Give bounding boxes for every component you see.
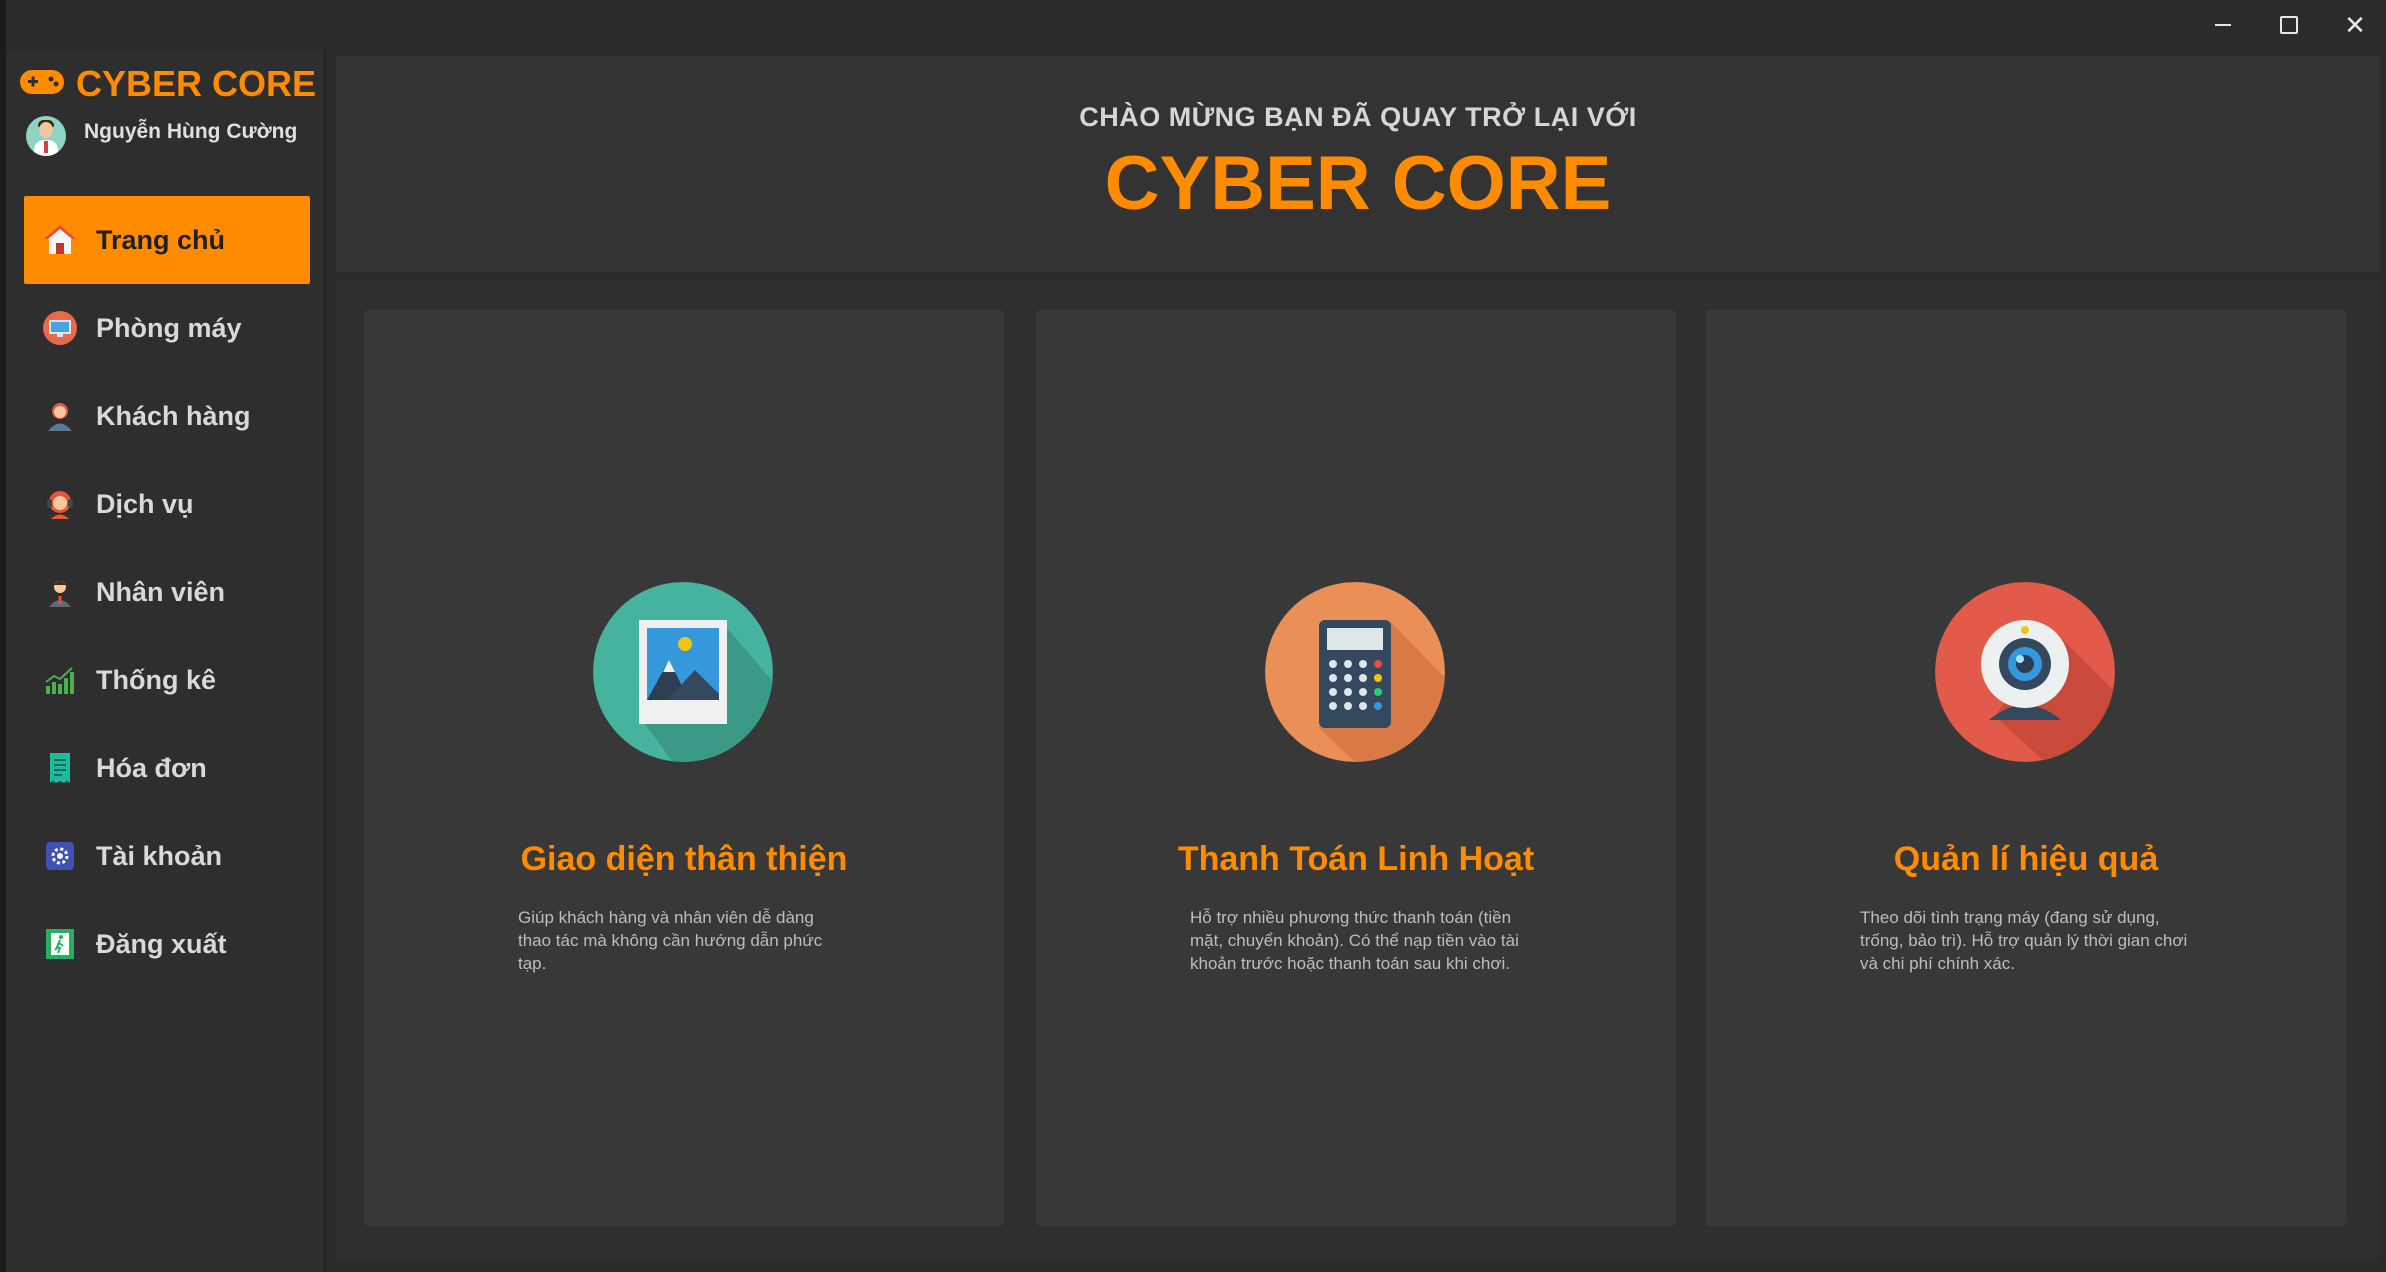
user-profile[interactable]: Nguyễn Hùng Cường — [26, 116, 297, 156]
sidebar-item-hoa-don[interactable]: Hóa đơn — [24, 724, 310, 812]
sidebar-item-label: Phòng máy — [96, 312, 242, 343]
logout-icon — [38, 922, 82, 966]
sidebar-item-nhan-vien[interactable]: Nhân viên — [24, 548, 310, 636]
feature-panel: Giao diện thân thiện Giúp khách hàng và … — [336, 280, 2380, 1260]
picture-icon — [593, 582, 773, 762]
minimize-icon — [2215, 24, 2231, 26]
app-title: CYBER CORE — [1104, 141, 1612, 226]
user-name: Nguyễn Hùng Cường — [84, 120, 298, 143]
brand-title: CYBER CORE — [76, 63, 317, 104]
sidebar-item-khach-hang[interactable]: Khách hàng — [24, 372, 310, 460]
sidebar-item-label: Khách hàng — [96, 400, 251, 431]
minimize-button[interactable] — [2190, 0, 2256, 50]
sidebar: CYBER CORE Nguyễn Hùng Cường Trang chủ P… — [6, 50, 326, 1272]
welcome-text: CHÀO MỪNG BẠN ĐÃ QUAY TRỞ LẠI VỚI — [1079, 102, 1637, 132]
sidebar-item-dich-vu[interactable]: Dịch vụ — [24, 460, 310, 548]
close-button[interactable]: ✕ — [2322, 0, 2386, 50]
webcam-icon — [1935, 582, 2115, 762]
close-icon: ✕ — [2344, 10, 2366, 40]
sidebar-item-label: Thống kê — [96, 664, 216, 695]
maximize-icon — [2280, 16, 2298, 34]
employee-icon — [38, 570, 82, 614]
feature-description: Hỗ trợ nhiều phương thức thanh toán (tiề… — [1190, 908, 1519, 973]
sidebar-item-dang-xuat[interactable]: Đăng xuất — [24, 900, 310, 988]
sidebar-item-label: Hóa đơn — [96, 752, 207, 783]
sidebar-item-thong-ke[interactable]: Thống kê — [24, 636, 310, 724]
feature-description: Giúp khách hàng và nhân viên dễ dàng tha… — [518, 908, 823, 973]
sidebar-item-label: Đăng xuất — [96, 928, 227, 959]
sidebar-item-trang-chu[interactable]: Trang chủ — [24, 196, 310, 284]
computer-room-icon — [38, 306, 82, 350]
title-bar: ✕ — [6, 0, 2386, 50]
sidebar-nav: Trang chủ Phòng máy Khách hàng Dịch vụ N… — [24, 196, 310, 988]
sidebar-item-label: Dịch vụ — [96, 488, 194, 519]
feature-card: Quản lí hiệu quả Theo dõi tình trạng máy… — [1706, 310, 2346, 1226]
sidebar-item-tai-khoan[interactable]: Tài khoản — [24, 812, 310, 900]
maximize-button[interactable] — [2256, 0, 2322, 50]
brand: CYBER CORE — [18, 63, 317, 104]
service-icon — [38, 482, 82, 526]
invoice-icon — [38, 746, 82, 790]
customer-icon — [38, 394, 82, 438]
feature-title: Giao diện thân thiện — [520, 840, 848, 878]
feature-title: Thanh Toán Linh Hoạt — [1177, 840, 1535, 878]
feature-description: Theo dõi tình trạng máy (đang sử dụng, t… — [1860, 908, 2188, 973]
feature-title: Quản lí hiệu quả — [1893, 840, 2159, 878]
app-window: ✕ CYBER CORE Nguyễn Hùng Cường Trang chủ… — [6, 0, 2386, 1272]
statistics-icon — [38, 658, 82, 702]
feature-card: Thanh Toán Linh Hoạt Hỗ trợ nhiều phương… — [1036, 310, 1676, 1226]
calculator-icon — [1265, 582, 1445, 762]
sidebar-item-label: Tài khoản — [96, 840, 223, 871]
feature-card: Giao diện thân thiện Giúp khách hàng và … — [364, 310, 1004, 1226]
sidebar-item-label: Trang chủ — [96, 224, 226, 255]
welcome-header: CHÀO MỪNG BẠN ĐÃ QUAY TRỞ LẠI VỚI CYBER … — [336, 56, 2380, 272]
sidebar-item-label: Nhân viên — [96, 576, 226, 607]
home-icon — [38, 218, 82, 262]
avatar — [26, 116, 66, 156]
sidebar-item-phong-may[interactable]: Phòng máy — [24, 284, 310, 372]
settings-icon — [38, 834, 82, 878]
gamepad-icon — [18, 66, 66, 103]
